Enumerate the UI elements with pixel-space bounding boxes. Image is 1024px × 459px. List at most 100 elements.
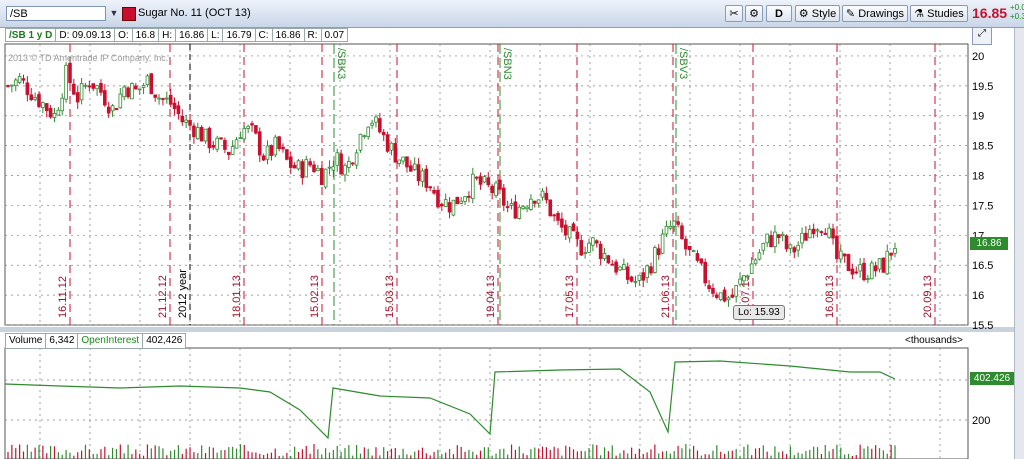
candle-body bbox=[459, 200, 463, 204]
candle-body bbox=[622, 264, 626, 271]
date-marker-label: 19.04.13 bbox=[485, 275, 497, 318]
candle-body bbox=[684, 238, 688, 250]
candle-body bbox=[409, 165, 413, 172]
candle-body bbox=[33, 96, 37, 100]
candle-body bbox=[308, 161, 312, 166]
candle-body bbox=[629, 276, 634, 282]
candle-body bbox=[594, 240, 599, 244]
candle-body bbox=[362, 135, 367, 138]
candle-body bbox=[358, 133, 363, 151]
panel-divider bbox=[0, 327, 1014, 332]
price-chart[interactable]: 2019.51918.51817.51716.51615.516.11.1221… bbox=[0, 0, 1024, 459]
units-label: <thousands> bbox=[905, 335, 963, 346]
candle-body bbox=[165, 97, 169, 100]
candle-body bbox=[529, 198, 533, 210]
volume-label: Volume bbox=[5, 333, 46, 349]
candle-body bbox=[486, 177, 491, 186]
candle-body bbox=[424, 168, 429, 188]
candle-body bbox=[60, 97, 65, 112]
candle-body bbox=[184, 119, 188, 123]
candle-body bbox=[122, 86, 127, 98]
candle-body bbox=[699, 258, 704, 264]
candle-body bbox=[560, 218, 564, 228]
candle-body bbox=[397, 159, 402, 164]
candle-body bbox=[366, 126, 371, 138]
candle-body bbox=[126, 87, 130, 98]
candle-body bbox=[889, 252, 893, 256]
candle-body bbox=[641, 272, 646, 281]
candle-body bbox=[540, 190, 545, 198]
date-marker-label: 15.02.13 bbox=[309, 275, 321, 318]
candle-body bbox=[664, 225, 669, 235]
candle-body bbox=[455, 196, 460, 205]
candle-body bbox=[180, 115, 185, 123]
candle-body bbox=[893, 248, 897, 254]
candle-body bbox=[118, 93, 123, 109]
candle-body bbox=[866, 278, 870, 280]
candle-body bbox=[161, 98, 165, 100]
lower-y-tick-label: 200 bbox=[972, 415, 990, 427]
date-marker-label: 21.06.13 bbox=[660, 275, 672, 318]
candle-body bbox=[525, 206, 529, 210]
candle-body bbox=[192, 125, 196, 138]
candle-body bbox=[707, 285, 711, 289]
candle-body bbox=[381, 131, 386, 136]
y-tick-label: 16.5 bbox=[972, 260, 993, 272]
candle-body bbox=[505, 206, 510, 208]
candle-body bbox=[598, 243, 603, 259]
candle-body bbox=[234, 139, 239, 149]
candle-body bbox=[21, 78, 26, 81]
candle-body bbox=[835, 235, 839, 259]
date-marker-label: 16.11.12 bbox=[57, 276, 69, 318]
candle-body bbox=[571, 223, 576, 232]
candle-body bbox=[335, 152, 340, 166]
candle-body bbox=[389, 142, 394, 151]
lower-panel-frame bbox=[4, 347, 969, 459]
candle-body bbox=[800, 232, 804, 244]
y-tick-label: 15.5 bbox=[972, 320, 993, 332]
candle-body bbox=[614, 261, 618, 273]
candle-body bbox=[285, 149, 289, 160]
candle-body bbox=[784, 235, 789, 250]
candle-body bbox=[653, 247, 657, 273]
candle-body bbox=[130, 83, 134, 100]
candle-body bbox=[347, 161, 351, 168]
candle-body bbox=[877, 258, 882, 270]
candle-body bbox=[749, 263, 754, 274]
candle-body bbox=[393, 143, 398, 163]
candle-body bbox=[114, 108, 119, 111]
candle-body bbox=[498, 179, 502, 190]
candle-body bbox=[199, 126, 204, 142]
candle-body bbox=[509, 203, 514, 206]
candle-body bbox=[149, 73, 154, 95]
candle-body bbox=[780, 233, 785, 237]
candle-body bbox=[331, 166, 336, 171]
candle-body bbox=[99, 83, 103, 93]
candle-body bbox=[463, 196, 467, 202]
candle-body bbox=[587, 242, 591, 253]
candle-body bbox=[420, 170, 425, 182]
candle-body bbox=[265, 145, 270, 160]
candle-body bbox=[691, 250, 696, 253]
candle-body bbox=[804, 232, 808, 241]
candle-body bbox=[680, 225, 684, 240]
open-interest-label: OpenInterest bbox=[77, 333, 143, 349]
candle-body bbox=[110, 105, 115, 112]
candle-body bbox=[137, 88, 142, 91]
open-interest-value: 402,426 bbox=[142, 333, 187, 349]
candle-body bbox=[591, 237, 595, 246]
candle-body bbox=[106, 106, 111, 114]
candle-body bbox=[610, 263, 615, 266]
contract-roll-label: /SBK3 bbox=[335, 48, 347, 79]
y-tick-label: 18.5 bbox=[972, 141, 993, 153]
candle-body bbox=[281, 146, 285, 150]
candle-body bbox=[145, 75, 150, 86]
y-tick-label: 17.5 bbox=[972, 200, 993, 212]
candle-body bbox=[157, 97, 161, 100]
candle-body bbox=[494, 182, 498, 197]
candle-body bbox=[215, 137, 219, 150]
candle-body bbox=[41, 102, 45, 108]
candle-body bbox=[513, 201, 518, 219]
candle-body bbox=[703, 261, 708, 284]
candle-body bbox=[850, 268, 855, 275]
